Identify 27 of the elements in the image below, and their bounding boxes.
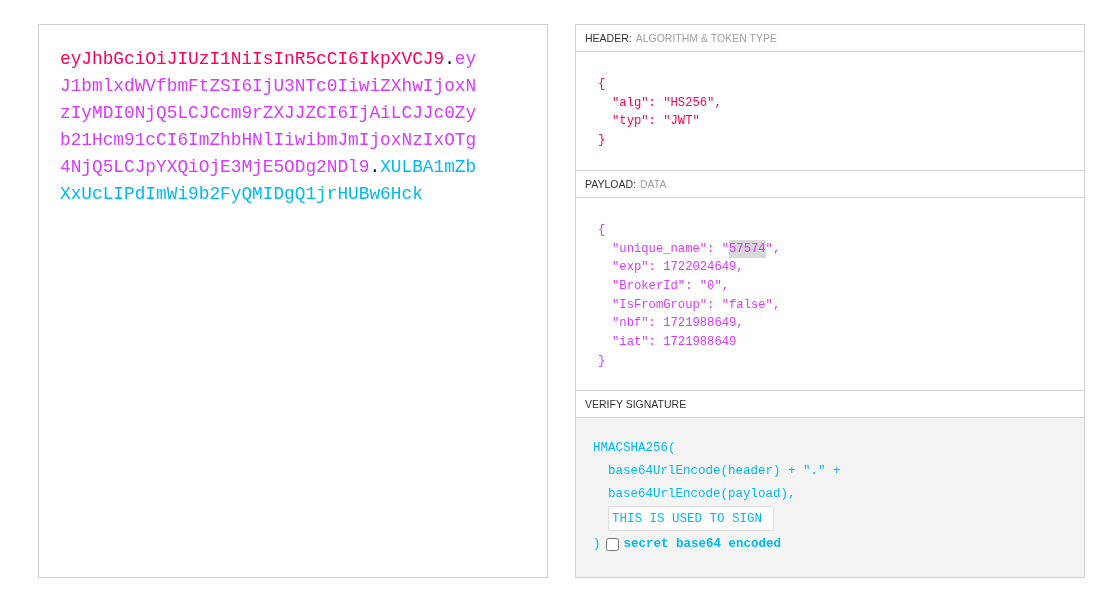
json-text: "exp": 1722024649, (612, 259, 744, 277)
json-text: "unique_name": " (612, 240, 730, 258)
json-line: "alg": "HS256", (612, 94, 722, 112)
code-text: HMACSHA256( (593, 440, 676, 458)
section-title: VERIFY SIGNATURE (585, 398, 687, 411)
checkbox-label[interactable]: secret base64 encoded (623, 532, 782, 556)
json-text: "nbf": 1721988649, (612, 315, 744, 333)
code-text: ) (593, 535, 601, 553)
code-text: base64UrlEncode(header) + "." + (608, 463, 841, 481)
code-text: base64UrlEncode(payload), (608, 486, 796, 504)
brace-text: { (598, 221, 606, 239)
section-title: HEADER: (585, 32, 632, 44)
json-text: ", (765, 240, 781, 258)
brace-text: { (598, 76, 606, 93)
encoded-token: eyJhbGciOiJIUzI1NiIsInR5cCI6IkpXVCJ9.eyJ1bmlxdWVfbmFtZSI6IjU3NTc0IiwiZXhwIjoxNzIyMDI0NjQ5LCJCcm9rZXJJZCI6IjAiLCJJc0Zyb21Hcm91cCI6ImZhbHNlIiwibmJmIjoxNzIxOTg4NjQ5LCJpYXQiOjE3MjE5ODg2NDl9.XULBA1mZbXxUcLIPdImWi9b2FyQMIDgQ1jrHUBw6Hck (60, 48, 478, 206)
secret-input[interactable]: THIS IS USED TO SIGN (608, 506, 774, 532)
json-text: "iat": 1721988649 (612, 334, 737, 352)
json-text: "IsFromGroup": "false", (612, 296, 781, 314)
brace-text: } (598, 132, 606, 150)
highlighted-value: 57574 (729, 239, 766, 259)
section-title: PAYLOAD: (585, 177, 636, 190)
json-line: "typ": "JWT" (612, 113, 700, 131)
section-subtitle: DATA (639, 177, 667, 190)
base64-checkbox[interactable] (605, 537, 619, 551)
json-text: "BrokerId": "0", (612, 277, 730, 295)
brace-text: } (598, 352, 606, 370)
section-subtitle: ALGORITHM & TOKEN TYPE (635, 32, 777, 44)
